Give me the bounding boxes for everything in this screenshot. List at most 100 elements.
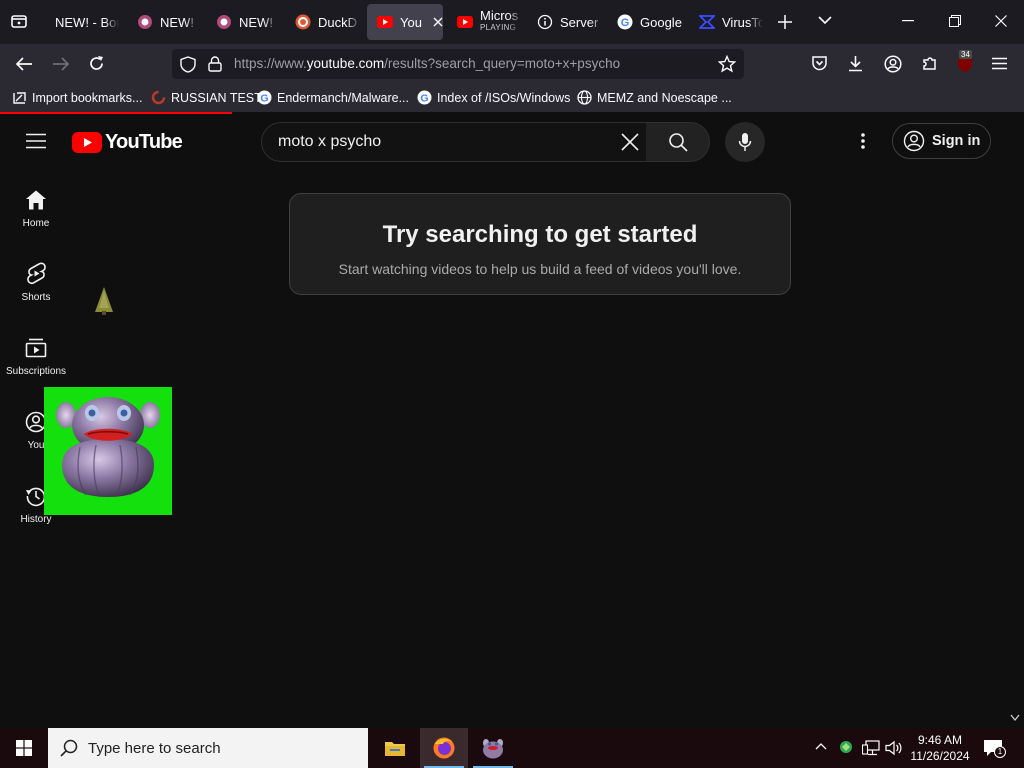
lock-icon[interactable] xyxy=(208,56,222,72)
notification-count-badge: 1 xyxy=(994,746,1006,758)
tab-server[interactable]: Server xyxy=(527,4,605,40)
svg-text:G: G xyxy=(621,17,630,29)
tab-list-chevron-icon[interactable] xyxy=(818,15,832,25)
reload-icon[interactable] xyxy=(88,55,105,72)
tab-strip: NEW! - Bor NEW! - NEW! - DuckD You Micro… xyxy=(0,0,1024,44)
shield-icon[interactable] xyxy=(180,56,196,73)
youtube-icon xyxy=(457,14,473,30)
clear-search-icon[interactable] xyxy=(621,133,639,151)
guide-label: History xyxy=(20,514,52,525)
virustotal-icon xyxy=(699,14,715,30)
url-text[interactable]: https://www.youtube.com/results?search_q… xyxy=(234,56,620,71)
search-button[interactable] xyxy=(646,122,710,162)
youtube-play-logo-icon xyxy=(72,132,102,153)
clock-date: 11/26/2024 xyxy=(910,749,970,763)
pocket-icon[interactable] xyxy=(811,55,828,72)
network-icon[interactable] xyxy=(862,740,880,756)
empty-feed-card: Try searching to get started Start watch… xyxy=(289,193,791,295)
google-icon: G xyxy=(617,14,633,30)
guide-label: Shorts xyxy=(21,292,51,303)
tray-app-icon[interactable] xyxy=(838,739,854,755)
address-bar[interactable]: https://www.youtube.com/results?search_q… xyxy=(172,49,744,79)
tab-new-3[interactable]: NEW! - xyxy=(206,4,278,40)
bookmark-russian-test[interactable]: RUSSIAN TEST xyxy=(151,90,262,105)
tab-label: Server xyxy=(560,14,599,30)
new-tab-icon[interactable] xyxy=(777,14,793,30)
voice-search-button[interactable] xyxy=(725,122,765,162)
tab-label: Google xyxy=(640,14,682,30)
show-hidden-icons-chevron-icon[interactable] xyxy=(815,742,827,750)
tab-label: NEW! - Bor xyxy=(55,14,119,30)
bookmark-star-icon[interactable] xyxy=(718,55,736,73)
duckduckgo-icon xyxy=(295,14,311,30)
tab-label: VirusTo xyxy=(722,14,763,30)
empty-feed-title: Try searching to get started xyxy=(382,221,698,248)
sign-in-button[interactable]: Sign in xyxy=(892,123,991,159)
search-icon xyxy=(668,132,688,152)
guide-item-home[interactable]: Home xyxy=(0,188,72,229)
ublock-extension-icon[interactable]: 34 xyxy=(955,50,975,73)
tab-youtube[interactable]: You xyxy=(367,4,443,40)
extensions-puzzle-icon[interactable] xyxy=(921,55,938,72)
tab-label: DuckD xyxy=(318,14,358,30)
menu-hamburger-icon[interactable] xyxy=(992,57,1007,70)
globe-icon xyxy=(577,90,592,105)
tab-overview-icon[interactable] xyxy=(10,12,28,30)
tab-virustotal[interactable]: VirusTo xyxy=(689,4,763,40)
guide-label: Home xyxy=(22,218,50,229)
clock-time: 9:46 AM xyxy=(917,733,963,747)
taskbar-clock[interactable]: 9:46 AM 11/26/2024 xyxy=(905,732,975,764)
scroll-down-arrow-icon[interactable] xyxy=(1010,714,1020,722)
start-button[interactable] xyxy=(0,728,48,768)
downloads-icon[interactable] xyxy=(847,55,864,72)
bookmark-label: Import bookmarks... xyxy=(32,90,143,105)
firefox-icon xyxy=(432,736,456,760)
account-icon[interactable] xyxy=(884,55,902,73)
bookmark-memz[interactable]: MEMZ and Noescape ... xyxy=(577,90,732,105)
tab-new-1[interactable]: NEW! - Bor xyxy=(45,4,119,40)
restore-icon[interactable] xyxy=(949,15,961,27)
tab-google[interactable]: G Google xyxy=(607,4,689,40)
close-window-icon[interactable] xyxy=(995,15,1007,27)
forward-arrow-icon[interactable] xyxy=(52,56,70,72)
guide-item-subscriptions[interactable]: Subscriptions xyxy=(0,336,72,377)
taskbar-file-explorer[interactable] xyxy=(371,728,419,768)
close-tab-icon[interactable] xyxy=(433,17,443,27)
tab-duckduckgo[interactable]: DuckD xyxy=(285,4,361,40)
search-query-text: moto x psycho xyxy=(278,133,382,150)
notification-center-icon[interactable]: 1 xyxy=(983,739,1006,758)
volume-icon[interactable] xyxy=(885,740,903,756)
guide-item-shorts[interactable]: Shorts xyxy=(0,262,72,303)
sparkle-icon xyxy=(216,14,232,30)
youtube-icon xyxy=(377,14,393,30)
subscriptions-icon xyxy=(25,336,47,360)
bookmark-endermanch[interactable]: G Endermanch/Malware... xyxy=(257,90,409,105)
bookmark-import[interactable]: Import bookmarks... xyxy=(12,90,142,105)
google-icon: G xyxy=(257,90,272,105)
back-arrow-icon[interactable] xyxy=(15,56,33,72)
taskbar-search-box[interactable]: Type here to search xyxy=(48,728,368,768)
guide-menu-icon[interactable] xyxy=(26,133,46,149)
bookmark-label: Endermanch/Malware... xyxy=(277,90,410,105)
import-icon xyxy=(12,90,27,105)
youtube-logo[interactable]: YouTube xyxy=(72,131,183,154)
extension-badge: 34 xyxy=(959,50,972,59)
tab-label: Micros xyxy=(480,10,519,22)
info-icon xyxy=(537,14,553,30)
tab-youtube-playing[interactable]: Micros PLAYING xyxy=(447,4,523,40)
minimize-icon[interactable] xyxy=(902,20,914,22)
svg-text:G: G xyxy=(260,93,268,105)
folder-icon xyxy=(384,739,406,757)
settings-kebab-icon[interactable] xyxy=(861,133,865,149)
bookmarks-toolbar: Import bookmarks... RUSSIAN TEST G Ender… xyxy=(0,84,1024,112)
page-load-progress-bar xyxy=(0,112,232,114)
tab-new-2[interactable]: NEW! - xyxy=(127,4,199,40)
search-input[interactable]: moto x psycho xyxy=(261,122,647,162)
tab-playing-label: PLAYING xyxy=(480,23,517,32)
taskbar-firefox[interactable] xyxy=(420,728,468,768)
guide-label: Subscriptions xyxy=(5,366,67,377)
bookmark-label: Index of /ISOs/Windows xyxy=(437,90,571,105)
bookmark-index-isos[interactable]: G Index of /ISOs/Windows xyxy=(417,90,570,105)
youtube-page: YouTube moto x psycho Sign in Home Short… xyxy=(0,112,1024,728)
taskbar-creature-app[interactable] xyxy=(469,728,517,768)
